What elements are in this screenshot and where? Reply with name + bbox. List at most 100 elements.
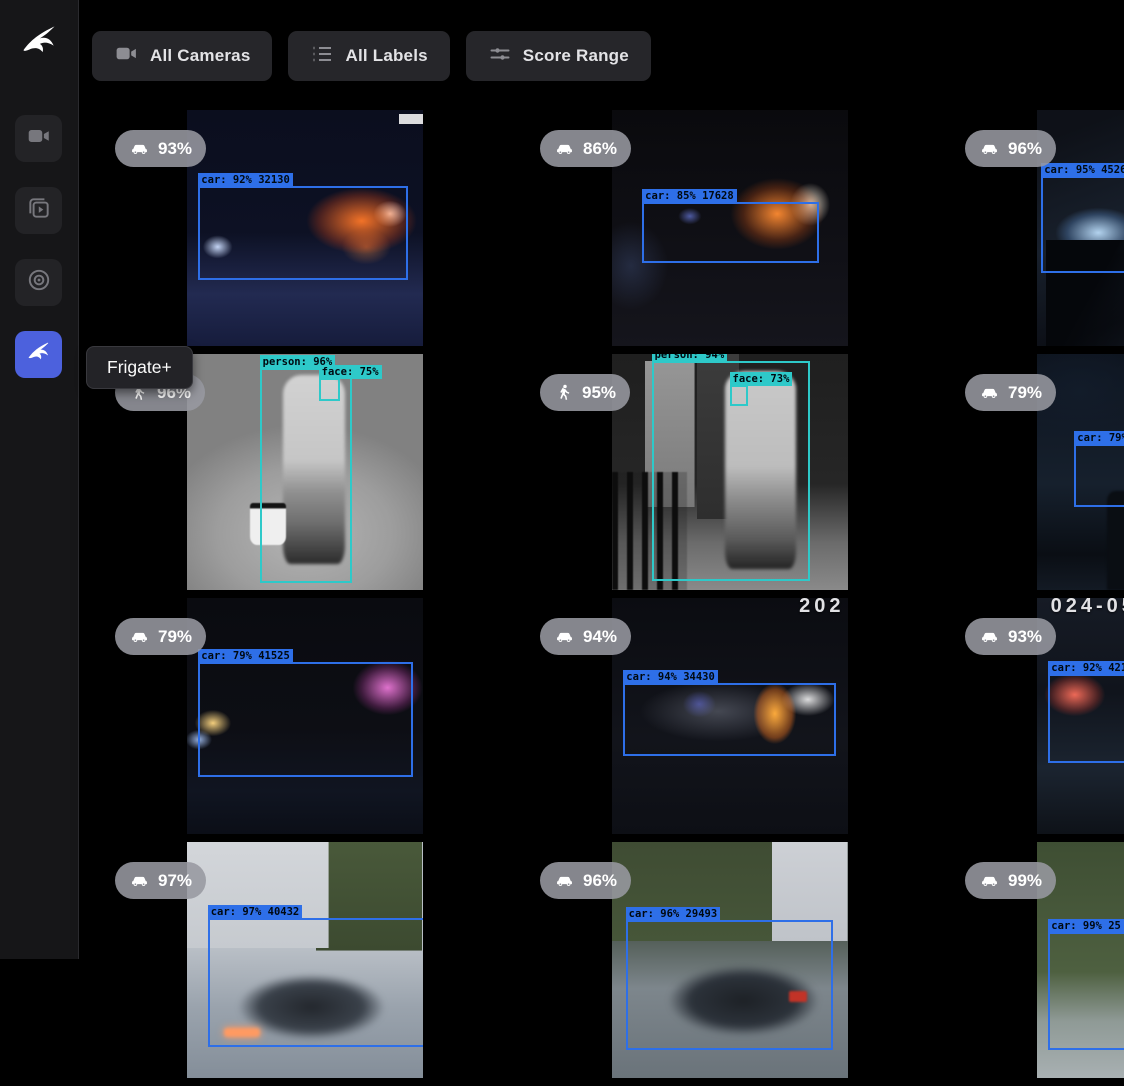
bounding-box: face: 75%: [319, 378, 340, 402]
detection-cell[interactable]: car: 95% 45260 96%: [942, 110, 1124, 354]
bounding-box: car: 79%: [1074, 444, 1124, 508]
sidebar: [0, 0, 79, 959]
detections-grid: car: 92% 32130 93% car: 85% 17628 86% car: 9…: [0, 0, 1124, 959]
score-badge: 94%: [540, 618, 631, 655]
detection-thumbnail[interactable]: car: 92% 32130: [187, 110, 423, 346]
score-badge: 99%: [965, 862, 1056, 899]
score-range-label: Score Range: [523, 46, 629, 66]
detection-cell[interactable]: car: 92% 32130 93%: [92, 110, 517, 354]
sidebar-item-frigate-plus[interactable]: [15, 331, 62, 378]
bounding-box-label: car: 97% 40432: [208, 905, 303, 919]
score-badge: 86%: [540, 130, 631, 167]
detection-thumbnail[interactable]: car: 96% 29493: [612, 842, 848, 1078]
bounding-box-label: car: 85% 17628: [642, 189, 737, 203]
score-value: 93%: [158, 139, 192, 159]
score-badge: 96%: [540, 862, 631, 899]
person-icon: [554, 383, 574, 403]
score-value: 86%: [583, 139, 617, 159]
sidebar-item-export[interactable]: [15, 259, 62, 306]
all-cameras-filter-button[interactable]: All Cameras: [92, 31, 272, 81]
car-icon: [129, 626, 150, 647]
sliders-icon: [488, 42, 512, 71]
score-value: 93%: [1008, 627, 1042, 647]
detection-cell[interactable]: car: 99% 25 99%: [942, 842, 1124, 1086]
bounding-box-label: car: 79% 41525: [198, 649, 293, 663]
detection-cell[interactable]: person: 96%face: 75%96%: [92, 354, 517, 598]
list-icon: [310, 42, 334, 71]
frigate-plus-tooltip: Frigate+: [86, 346, 193, 389]
score-value: 99%: [1008, 871, 1042, 891]
bounding-box: car: 92% 32130: [198, 186, 408, 280]
bounding-box-label: car: 92% 32130: [198, 173, 293, 187]
bounding-box-label: car: 96% 29493: [626, 907, 721, 921]
detection-thumbnail[interactable]: person: 96%face: 75%: [187, 354, 423, 590]
score-value: 96%: [1008, 139, 1042, 159]
car-icon: [554, 870, 575, 891]
car-icon: [979, 626, 1000, 647]
bounding-box-label: face: 75%: [319, 365, 382, 379]
car-icon: [979, 382, 1000, 403]
bounding-box-label: car: 79%: [1074, 431, 1124, 445]
bounding-box: car: 95% 45260: [1041, 176, 1124, 273]
bounding-box: car: 79% 41525: [198, 662, 413, 778]
frigate-logo: [14, 16, 64, 68]
sidebar-item-cameras[interactable]: [15, 115, 62, 162]
bounding-box-label: car: 94% 34430: [623, 670, 718, 684]
bounding-box: car: 99% 25: [1048, 932, 1124, 1050]
detection-cell[interactable]: car: 97% 40432 97%: [92, 842, 517, 1086]
score-badge: 79%: [115, 618, 206, 655]
all-labels-label: All Labels: [345, 46, 427, 66]
frigate-bird-icon: [17, 20, 61, 64]
detection-cell[interactable]: car: 96% 29493 96%: [517, 842, 942, 1086]
score-range-filter-button[interactable]: Score Range: [466, 31, 651, 81]
detection-cell[interactable]: car: 85% 17628 86%: [517, 110, 942, 354]
score-value: 79%: [1008, 383, 1042, 403]
detection-cell[interactable]: car: 94% 34430 202 94%: [517, 598, 942, 842]
video-camera-icon: [26, 123, 52, 154]
score-value: 94%: [583, 627, 617, 647]
score-badge: 93%: [115, 130, 206, 167]
sidebar-item-review[interactable]: [15, 187, 62, 234]
bounding-box: car: 92% 4218: [1048, 674, 1124, 764]
score-value: 96%: [583, 871, 617, 891]
all-cameras-label: All Cameras: [150, 46, 250, 66]
bounding-box-label: person: 94%: [652, 354, 728, 362]
score-value: 95%: [582, 383, 616, 403]
bounding-box-label: face: 73%: [730, 372, 793, 386]
export-disc-icon: [26, 267, 52, 298]
car-icon: [129, 870, 150, 891]
car-icon: [129, 138, 150, 159]
car-icon: [554, 138, 575, 159]
detection-thumbnail[interactable]: person: 94% face: 73%: [612, 354, 848, 590]
detection-thumbnail[interactable]: car: 97% 40432: [187, 842, 423, 1078]
timestamp-watermark: 202: [799, 598, 844, 618]
bounding-box-label: car: 92% 4218: [1048, 661, 1124, 675]
timestamp-watermark: 024-05-0: [1051, 598, 1124, 618]
car-icon: [979, 870, 1000, 891]
bounding-box-label: car: 95% 45260: [1041, 163, 1124, 177]
detection-cell[interactable]: car: 79% 79%: [942, 354, 1124, 598]
bounding-box: car: 85% 17628: [642, 202, 819, 263]
car-icon: [979, 138, 1000, 159]
detection-thumbnail[interactable]: car: 79% 41525: [187, 598, 423, 834]
filter-toolbar: All Cameras All Labels Score Range: [92, 31, 651, 81]
bounding-box: car: 96% 29493: [626, 920, 834, 1050]
frigate-bird-icon: [25, 339, 52, 371]
detection-cell[interactable]: person: 94% face: 73% 95%: [517, 354, 942, 598]
detection-cell[interactable]: car: 79% 4152579%: [92, 598, 517, 842]
score-badge: 95%: [540, 374, 630, 411]
review-playback-icon: [26, 195, 52, 226]
video-camera-icon: [114, 41, 139, 71]
detection-cell[interactable]: car: 92% 4218 024-05-0 93%: [942, 598, 1124, 842]
score-value: 97%: [158, 871, 192, 891]
score-badge: 93%: [965, 618, 1056, 655]
score-badge: 96%: [965, 130, 1056, 167]
bounding-box-label: car: 99% 25: [1048, 919, 1124, 933]
bounding-box: car: 94% 34430: [623, 683, 835, 756]
bounding-box: face: 73%: [730, 385, 749, 406]
all-labels-filter-button[interactable]: All Labels: [288, 31, 449, 81]
detection-thumbnail[interactable]: car: 94% 34430 202: [612, 598, 848, 834]
detection-thumbnail[interactable]: car: 85% 17628: [612, 110, 848, 346]
car-icon: [554, 626, 575, 647]
bounding-box: car: 97% 40432: [208, 918, 423, 1048]
